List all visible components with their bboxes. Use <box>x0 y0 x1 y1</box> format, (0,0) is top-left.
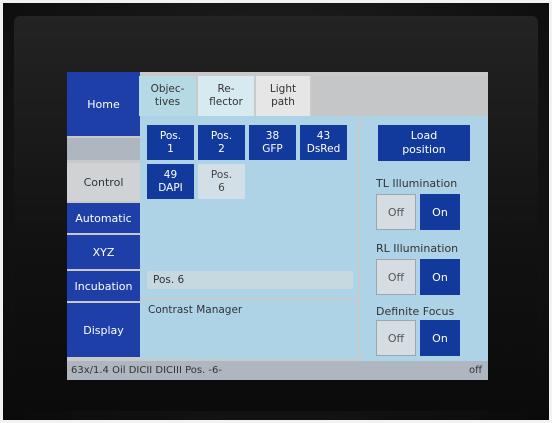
position-2-line1: Pos. <box>210 129 233 142</box>
position-button-1[interactable]: Pos. 1 <box>147 125 194 160</box>
position-4-line1: 43 <box>316 129 331 142</box>
touchscreen: Home Control Automatic XYZ Incubation Di… <box>67 72 488 380</box>
position-button-gfp[interactable]: 38 GFP <box>249 125 296 160</box>
contrast-manager-title: Contrast Manager <box>148 304 243 316</box>
contrast-manager-panel[interactable]: Contrast Manager <box>140 300 358 359</box>
rl-illumination-on-button[interactable]: On <box>420 259 460 295</box>
nav-control-button[interactable]: Control <box>67 163 140 201</box>
tabstrip-filler <box>312 76 488 116</box>
nav-home-button[interactable]: Home <box>67 72 140 136</box>
position-5-line2: DAPI <box>158 181 183 194</box>
position-button-dapi[interactable]: 49 DAPI <box>147 164 194 199</box>
tab-light-path[interactable]: Light path <box>256 76 310 116</box>
position-button-6[interactable]: Pos. 6 <box>198 164 245 199</box>
rl-illumination-label: RL Illumination <box>376 242 459 255</box>
tab-light-path-line2: path <box>271 96 295 108</box>
illumination-panel: Load position TL Illumination Off On RL I… <box>360 116 488 361</box>
nav-automatic-button[interactable]: Automatic <box>67 203 140 233</box>
tab-reflector-line2: flector <box>209 96 243 108</box>
rl-illumination-off-button[interactable]: Off <box>376 259 416 295</box>
definite-focus-off-button[interactable]: Off <box>376 320 416 356</box>
position-6-line2: 6 <box>218 181 225 194</box>
nav-xyz-button[interactable]: XYZ <box>67 235 140 269</box>
status-bar: 63x/1.4 Oil DICII DICIII Pos. -6- off <box>67 361 488 380</box>
status-state-text: off <box>468 365 482 376</box>
load-position-button[interactable]: Load position <box>378 125 470 161</box>
position-1-line1: Pos. <box>159 129 182 142</box>
tl-illumination-off-button[interactable]: Off <box>376 194 416 230</box>
position-1-line2: 1 <box>167 142 174 155</box>
status-objective-text: 63x/1.4 Oil DICII DICIII Pos. -6- <box>71 365 223 376</box>
position-6-line1: Pos. <box>210 168 233 181</box>
tab-reflector-line1: Re- <box>217 83 235 95</box>
definite-focus-label: Definite Focus <box>376 305 455 318</box>
position-4-line2: DsRed <box>306 142 341 155</box>
position-3-line1: 38 <box>265 129 280 142</box>
tab-objectives[interactable]: Objec-tives <box>139 76 196 116</box>
position-button-dsred[interactable]: 43 DsRed <box>300 125 347 160</box>
nav-spacer <box>67 138 140 160</box>
current-position-label: Pos. 6 <box>147 271 353 289</box>
tab-reflector[interactable]: Re-flector <box>198 76 254 116</box>
load-position-line1: Load <box>410 129 438 142</box>
definite-focus-on-button[interactable]: On <box>420 320 460 356</box>
position-3-line2: GFP <box>262 142 283 155</box>
position-5-line1: 49 <box>163 168 178 181</box>
tab-light-path-line1: Light <box>269 83 297 95</box>
position-2-line2: 2 <box>218 142 225 155</box>
nav-incubation-button[interactable]: Incubation <box>67 271 140 301</box>
load-position-line2: position <box>402 143 446 156</box>
side-nav: Home Control Automatic XYZ Incubation Di… <box>67 72 140 361</box>
tab-objectives-line1: Objec- <box>150 83 185 95</box>
position-button-2[interactable]: Pos. 2 <box>198 125 245 160</box>
tl-illumination-label: TL Illumination <box>376 177 458 190</box>
nav-display-button[interactable]: Display <box>67 303 140 357</box>
tab-objectives-line2: tives <box>154 96 181 108</box>
tl-illumination-on-button[interactable]: On <box>420 194 460 230</box>
